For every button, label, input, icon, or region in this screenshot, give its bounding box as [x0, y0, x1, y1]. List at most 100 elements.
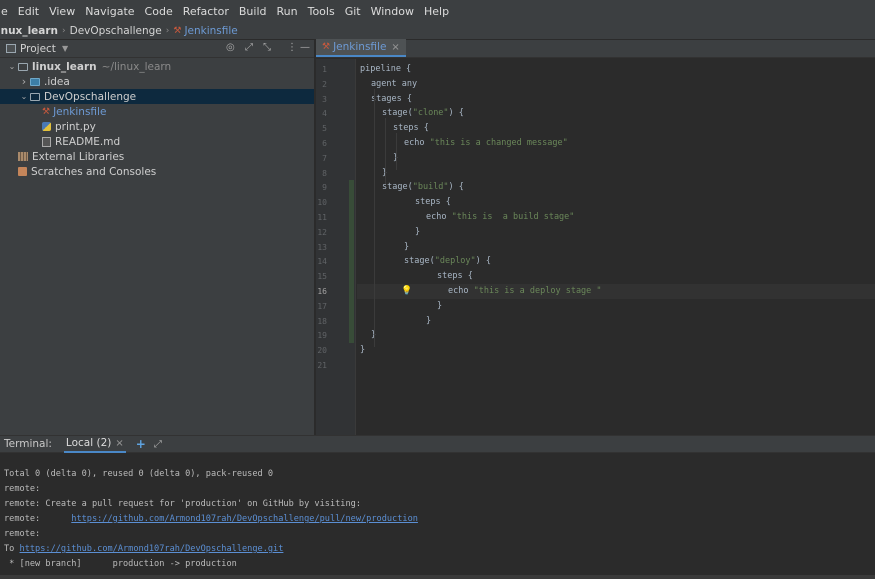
target-icon[interactable]: ◎ [226, 42, 235, 53]
terminal-link[interactable]: https://github.com/Armond107rah/DevOpsch… [71, 514, 418, 524]
menu-item-run[interactable]: Run [272, 5, 303, 18]
code-token: } [404, 241, 410, 252]
menu-item-refactor[interactable]: Refactor [178, 5, 234, 18]
project-tree: ⌄ linux_learn ~/linux_learn › .idea ⌄ DevOpsch… [0, 59, 314, 179]
chevron-down-icon[interactable]: ⌄ [6, 62, 18, 71]
tab-label: Jenkinsfile [333, 41, 387, 53]
code-line: stage("build") { [382, 180, 464, 195]
tree-item[interactable]: README.md [0, 134, 314, 149]
menu-item-navigate[interactable]: Navigate [80, 5, 139, 18]
menu-item-e[interactable]: e [0, 5, 13, 18]
breadcrumb-project[interactable]: inux_learn [0, 25, 58, 37]
code-string: "this is a build stage" [451, 212, 575, 222]
line-number: 13 [317, 242, 327, 252]
tree-item-label: Scratches and Consoles [31, 165, 157, 178]
line-number: 8 [322, 168, 327, 178]
current-line-highlight [357, 284, 875, 299]
line-number: 3 [322, 94, 327, 104]
terminal-line: Total 0 (delta 0), reused 0 (delta 0), p… [0, 467, 875, 482]
expand-icon[interactable]: ⤢ [154, 439, 162, 450]
menu-item-git[interactable]: Git [340, 5, 366, 18]
tree-item-label: linux_learn [32, 60, 97, 73]
tree-item[interactable]: print.py [0, 119, 314, 134]
code-token: steps { [415, 197, 451, 208]
tree-item[interactable]: › .idea [0, 74, 314, 89]
code-string: "deploy" [434, 256, 476, 267]
code-token: stage( [382, 108, 413, 119]
code-string: "this is a deploy stage " [473, 286, 602, 296]
tree-item-label: README.md [55, 135, 121, 148]
code-editor[interactable]: pipeline {agent any stages {stage("clone"… [357, 59, 875, 435]
jenkins-file-icon: ⚒ [322, 42, 331, 52]
code-string: "build" [412, 182, 449, 193]
code-token: stage( [404, 256, 435, 267]
code-line: stage("clone") { [382, 106, 464, 121]
hide-panel-icon[interactable]: — [300, 42, 310, 53]
menu-item-view[interactable]: View [44, 5, 80, 18]
tab-terminal-local[interactable]: Local (2) × [63, 435, 126, 453]
tree-item-path: ~/linux_learn [101, 60, 172, 73]
tree-item-label: DevOpschallenge [44, 90, 137, 103]
tree-item[interactable]: ⌄ DevOpschallenge [0, 89, 314, 104]
tree-item-label: External Libraries [32, 150, 125, 163]
code-token: stage( [382, 182, 413, 193]
code-line: steps { [393, 121, 429, 136]
vcs-change-marker[interactable] [349, 180, 354, 344]
menu-item-tools[interactable]: Tools [303, 5, 340, 18]
terminal-text: remote: [4, 514, 72, 524]
line-number: 16 [317, 287, 327, 296]
terminal-line: remote: [0, 482, 875, 497]
lightbulb-icon[interactable]: 💡 [401, 286, 412, 296]
code-line: } [415, 225, 420, 240]
terminal-label: Terminal: [4, 438, 52, 450]
expand-all-icon[interactable]: ⤢ [245, 42, 253, 53]
line-number: 17 [317, 301, 327, 311]
code-line: pipeline { [360, 62, 411, 77]
project-panel-title[interactable]: Project [20, 43, 56, 55]
project-panel: Project ▼ ◎ ⤢ ⤡ ⋮ — ⌄ linux_learn ~/linux_… [0, 40, 315, 435]
line-number: 7 [322, 153, 327, 163]
terminal-text: remote: Create a pull request for 'produ… [4, 499, 361, 509]
tree-item[interactable]: Scratches and Consoles [0, 164, 314, 179]
terminal-line: remote: Create a pull request for 'produ… [0, 497, 875, 512]
code-token: ) { [448, 108, 464, 119]
collapse-all-icon[interactable]: ⤡ [263, 42, 271, 53]
code-line: } [437, 299, 442, 314]
breadcrumb-folder[interactable]: DevOpschallenge [70, 25, 162, 37]
tree-item[interactable]: ⚒ Jenkinsfile [0, 104, 314, 119]
terminal-link[interactable]: https://github.com/Armond107rah/DevOpsch… [20, 544, 284, 554]
tree-item[interactable]: External Libraries [0, 149, 314, 164]
terminal-line: remote: https://github.com/Armond107rah/… [0, 512, 875, 527]
breadcrumb-file[interactable]: Jenkinsfile [184, 25, 237, 37]
chevron-down-icon[interactable]: ⌄ [18, 92, 30, 101]
new-terminal-icon[interactable]: + [136, 437, 146, 451]
terminal-output[interactable]: Total 0 (delta 0), reused 0 (delta 0), p… [0, 453, 875, 579]
library-icon [18, 152, 28, 161]
line-number: 11 [317, 213, 327, 222]
menu-item-edit[interactable]: Edit [13, 5, 44, 18]
menu-item-window[interactable]: Window [366, 5, 419, 18]
menu-item-build[interactable]: Build [234, 5, 272, 18]
chevron-down-icon[interactable]: ▼ [62, 44, 68, 53]
tab-jenkinsfile[interactable]: ⚒ Jenkinsfile × [316, 39, 406, 57]
chevron-right-icon[interactable]: › [18, 75, 30, 88]
terminal-tab-label: Local (2) [65, 437, 112, 449]
options-icon[interactable]: ⋮ [287, 42, 297, 53]
breadcrumb-separator: › [62, 25, 66, 36]
code-token: echo [404, 138, 430, 148]
jenkins-file-icon: ⚒ [173, 25, 182, 36]
code-string: "clone" [412, 108, 449, 119]
close-icon[interactable]: × [391, 42, 399, 53]
menu-item-code[interactable]: Code [140, 5, 178, 18]
code-token: } [426, 315, 432, 326]
line-number: 6 [322, 139, 327, 148]
scratches-icon [18, 167, 27, 176]
breadcrumb: inux_learn › DevOpschallenge › ⚒ Jenkins… [0, 22, 875, 40]
line-number: 5 [322, 124, 327, 134]
line-number: 14 [317, 257, 327, 267]
menu-item-help[interactable]: Help [419, 5, 454, 18]
tree-item[interactable]: ⌄ linux_learn ~/linux_learn [0, 59, 314, 74]
close-icon[interactable]: × [115, 438, 123, 449]
code-line: stages { [371, 92, 412, 107]
terminal-text: Total 0 (delta 0), reused 0 (delta 0), p… [4, 469, 274, 479]
